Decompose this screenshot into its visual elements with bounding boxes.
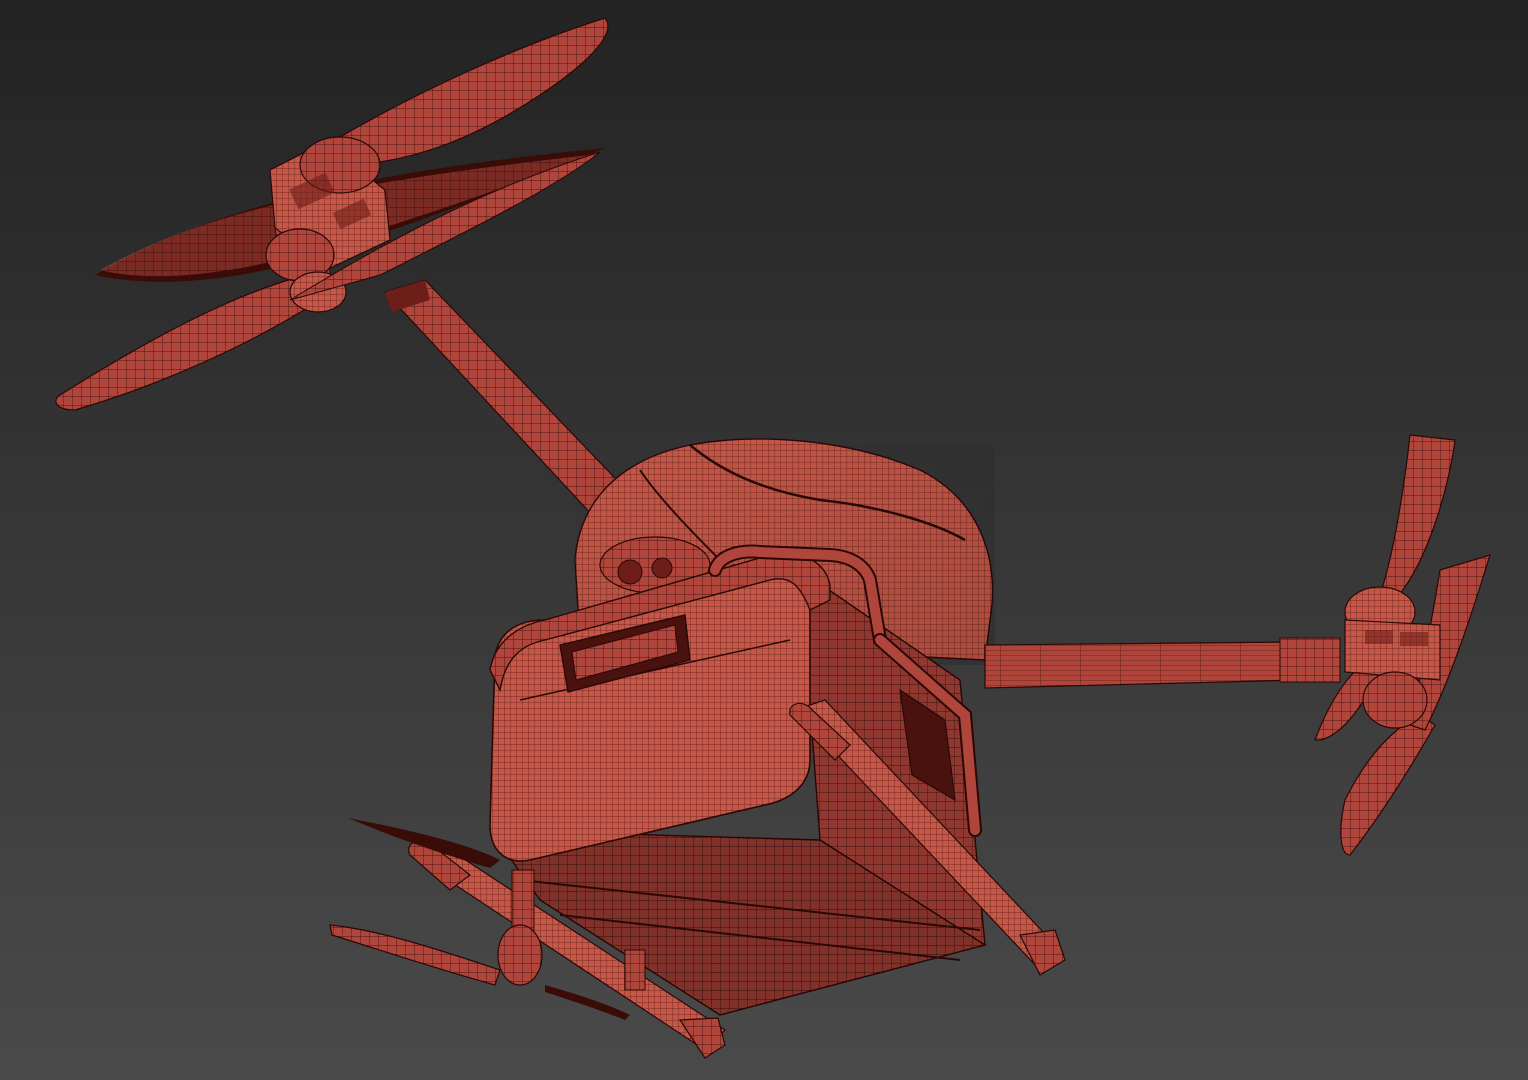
arm-right [984,637,1341,689]
drone-wireframe-render [0,0,1528,1080]
3d-viewport[interactable] [0,0,1528,1080]
